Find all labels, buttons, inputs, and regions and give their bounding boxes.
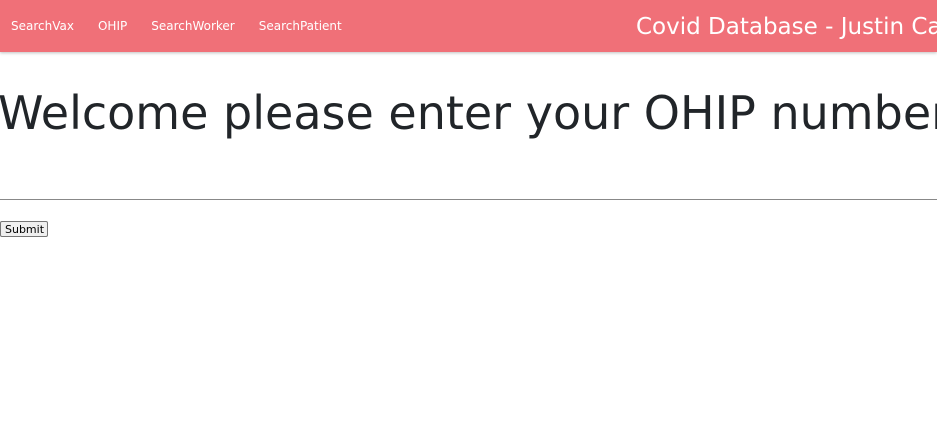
submit-button[interactable]: Submit xyxy=(0,221,49,237)
navbar: SearchVax OHIP SearchWorker SearchPatien… xyxy=(0,0,937,52)
nav-links: SearchVax OHIP SearchWorker SearchPatien… xyxy=(0,0,354,52)
nav-link-searchworker[interactable]: SearchWorker xyxy=(139,0,247,52)
nav-link-ohip[interactable]: OHIP xyxy=(86,0,139,52)
ohip-number-input[interactable] xyxy=(0,170,937,200)
nav-link-searchvax[interactable]: SearchVax xyxy=(0,0,86,52)
nav-link-searchpatient[interactable]: SearchPatient xyxy=(247,0,354,52)
brand-title[interactable]: Covid Database - Justin Carr xyxy=(636,0,937,52)
page-heading: Welcome please enter your OHIP number xyxy=(0,86,937,140)
